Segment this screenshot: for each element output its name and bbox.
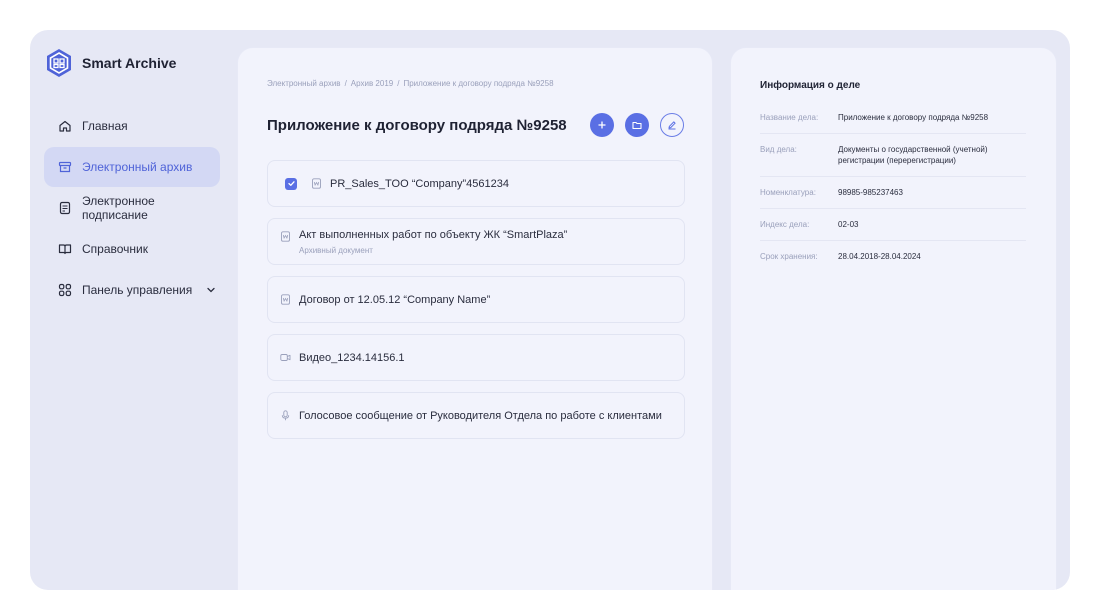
document-list: PR_Sales_TOO “Company”4561234 Акт выполн… — [267, 160, 685, 450]
sidebar-item-label: Справочник — [82, 242, 148, 256]
document-name: Голосовое сообщение от Руководителя Отде… — [299, 409, 662, 422]
info-value: Документы о государственной (учетной) ре… — [838, 145, 988, 165]
add-button[interactable] — [590, 113, 614, 137]
sidebar-item-label: Панель управления — [82, 283, 193, 297]
document-name: PR_Sales_TOO “Company”4561234 — [330, 177, 509, 190]
case-info-panel: Информация о деле Название дела: Приложе… — [730, 47, 1057, 590]
document-item[interactable]: Договор от 12.05.12 “Company Name” — [267, 276, 685, 323]
document-item[interactable]: Видео_1234.14156.1 — [267, 334, 685, 381]
document-name: Акт выполненных работ по объекту ЖК “Sma… — [299, 228, 568, 241]
sidebar-item-label: Главная — [82, 119, 128, 133]
sidebar-item-label: Электронный архив — [82, 160, 193, 174]
title-actions — [579, 113, 684, 137]
info-value: Приложение к договору подряда №9258 — [838, 113, 989, 122]
document-name: Договор от 12.05.12 “Company Name” — [299, 293, 491, 306]
smart-archive-logo-icon — [47, 49, 71, 77]
sidebar-item-reference[interactable]: Справочник — [44, 229, 220, 269]
microphone-icon — [281, 410, 290, 421]
app-logo[interactable]: Smart Archive — [44, 48, 176, 78]
sidebar-nav: Главная Электронный архив Электронное по… — [44, 106, 220, 311]
breadcrumb-separator: / — [397, 79, 400, 88]
info-row: Индекс дела: 02-03 — [760, 209, 1026, 241]
chevron-down-icon[interactable] — [206, 285, 216, 295]
sidebar-item-label: Электронное подписание — [82, 194, 155, 222]
info-key: Вид дела: — [760, 145, 797, 154]
info-key: Название дела: — [760, 113, 819, 122]
breadcrumb: Электронный архив / Архив 2019 / Приложе… — [267, 79, 554, 88]
info-value: 98985-985237463 — [838, 188, 903, 197]
signed-document-icon — [59, 201, 71, 215]
sidebar-item-electronic-archive[interactable]: Электронный архив — [44, 147, 220, 187]
add-folder-button[interactable] — [625, 113, 649, 137]
case-info-list: Название дела: Приложение к договору под… — [760, 102, 1026, 272]
info-key: Индекс дела: — [760, 220, 810, 229]
breadcrumb-item-current: Приложение к договору подряда №9258 — [403, 79, 554, 88]
breadcrumb-item[interactable]: Электронный архив — [267, 79, 341, 88]
documents-panel: Электронный архив / Архив 2019 / Приложе… — [237, 47, 713, 590]
archive-box-icon — [58, 161, 72, 173]
home-icon — [59, 120, 71, 132]
sidebar-item-home[interactable]: Главная — [44, 106, 220, 146]
info-row: Название дела: Приложение к договору под… — [760, 102, 1026, 134]
document-item[interactable]: PR_Sales_TOO “Company”4561234 — [267, 160, 685, 207]
document-item[interactable]: Голосовое сообщение от Руководителя Отде… — [267, 392, 685, 439]
info-key: Срок хранения: — [760, 252, 818, 261]
breadcrumb-item[interactable]: Архив 2019 — [351, 79, 393, 88]
document-checkbox[interactable] — [285, 177, 297, 190]
document-item[interactable]: Акт выполненных работ по объекту ЖК “Sma… — [267, 218, 685, 265]
video-camera-icon — [280, 354, 291, 361]
breadcrumb-separator: / — [344, 79, 347, 88]
open-book-icon — [58, 244, 72, 255]
sidebar-item-control-panel[interactable]: Панель управления — [44, 270, 220, 310]
checkmark-icon — [287, 181, 295, 186]
info-value: 02-03 — [838, 220, 859, 229]
edit-button[interactable] — [660, 113, 684, 137]
page-title: Приложение к договору подряда №9258 — [267, 117, 567, 134]
info-row: Номенклатура: 98985-985237463 — [760, 177, 1026, 209]
edit-pencil-icon — [668, 121, 676, 130]
info-value: 28.04.2018-28.04.2024 — [838, 252, 921, 261]
info-key: Номенклатура: — [760, 188, 816, 197]
sidebar-item-electronic-signing[interactable]: Электронное подписание — [44, 188, 220, 228]
document-subtitle: Архивный документ — [299, 245, 373, 255]
folder-icon — [632, 121, 642, 130]
add-icon — [598, 121, 606, 129]
case-info-title: Информация о деле — [760, 80, 861, 91]
word-file-icon — [312, 178, 321, 189]
grid-icon — [58, 283, 72, 297]
app-name: Smart Archive — [82, 55, 177, 71]
document-name: Видео_1234.14156.1 — [299, 351, 405, 364]
word-file-icon — [281, 231, 290, 242]
word-file-icon — [281, 294, 290, 305]
info-row: Вид дела: Документы о государственной (у… — [760, 134, 1026, 177]
info-row: Срок хранения: 28.04.2018-28.04.2024 — [760, 241, 1026, 272]
app-window: Smart Archive Главная Электронный архив … — [30, 30, 1070, 590]
